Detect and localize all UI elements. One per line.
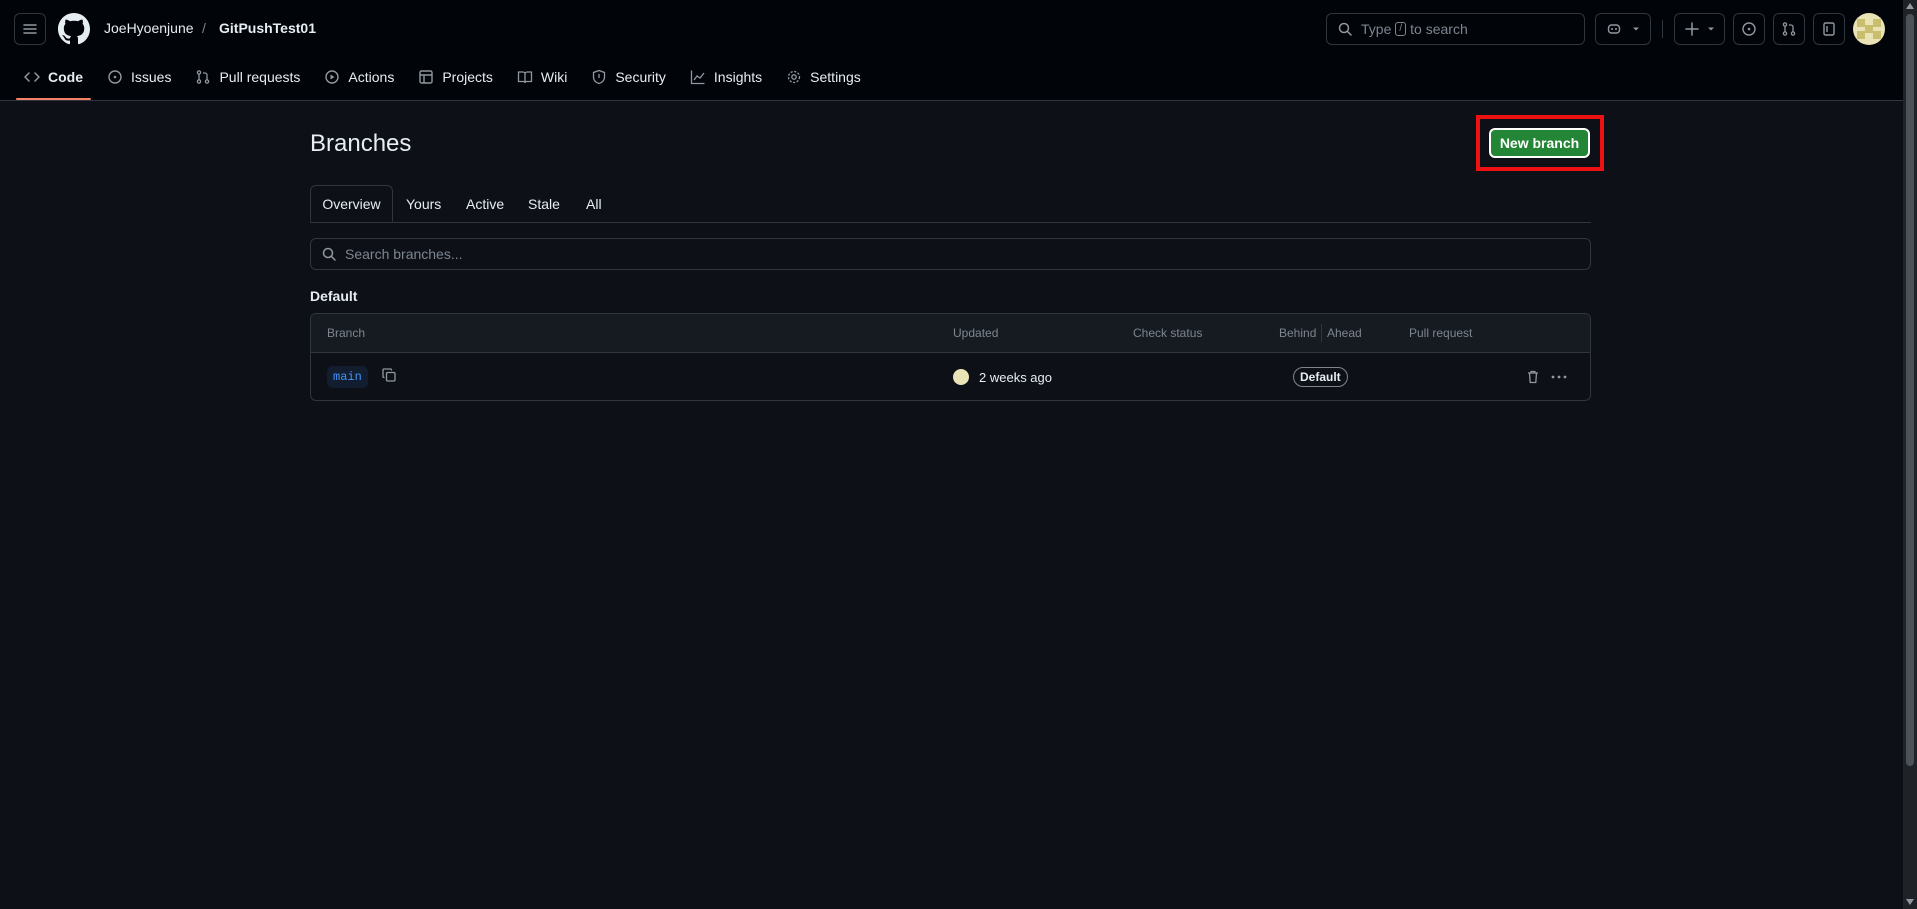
issue-icon: [108, 70, 122, 84]
col-branch: Branch: [327, 326, 366, 340]
tab-projects[interactable]: Projects: [410, 62, 501, 92]
hamburger-icon: [23, 24, 37, 34]
chevron-down-icon: [1707, 27, 1714, 31]
global-search-input[interactable]: Type / to search: [1326, 13, 1585, 45]
tab-actions-label: Actions: [348, 69, 395, 85]
scroll-up-arrow[interactable]: [1906, 3, 1914, 9]
issues-button[interactable]: [1733, 13, 1765, 45]
breadcrumb-separator: /: [202, 20, 206, 36]
branch-name-link[interactable]: main: [327, 366, 368, 388]
behind-ahead-divider: [1321, 324, 1322, 342]
tab-pull-requests-label: Pull requests: [219, 69, 301, 85]
tab-wiki-label: Wiki: [540, 69, 568, 85]
create-new-button[interactable]: [1674, 13, 1725, 45]
inbox-button[interactable]: [1813, 13, 1845, 45]
updated-time: 2 weeks ago: [979, 370, 1052, 385]
branch-search-input[interactable]: Search branches...: [310, 238, 1591, 270]
col-pull-request: Pull request: [1409, 326, 1473, 340]
table-icon: [419, 70, 434, 84]
breadcrumb-repo[interactable]: GitPushTest01: [219, 20, 316, 36]
section-heading: Default: [310, 288, 358, 304]
col-ahead: Ahead: [1327, 326, 1362, 340]
gear-icon: [788, 70, 801, 84]
search-suffix: to search: [1410, 21, 1468, 37]
menu-button[interactable]: [14, 13, 46, 45]
copilot-button[interactable]: [1595, 13, 1651, 45]
graph-icon: [690, 70, 705, 85]
tab-wiki[interactable]: Wiki: [509, 62, 575, 92]
col-updated: Updated: [953, 326, 999, 340]
copy-icon[interactable]: [381, 367, 397, 383]
plus-icon: [1684, 22, 1699, 36]
header-divider: [1662, 20, 1663, 38]
pull-requests-button[interactable]: [1773, 13, 1805, 45]
tab-code[interactable]: Code: [16, 62, 91, 100]
tab-active[interactable]: Active: [466, 185, 504, 222]
pull-request-icon: [1782, 22, 1796, 36]
tab-issues[interactable]: Issues: [99, 62, 179, 92]
search-shortcut-key: /: [1395, 22, 1407, 36]
shield-icon: [593, 69, 606, 85]
book-icon: [517, 71, 533, 84]
tab-pull-requests[interactable]: Pull requests: [187, 62, 308, 92]
tab-overview[interactable]: Overview: [310, 185, 393, 222]
branches-table: Branch Updated Check status Behind Ahead…: [310, 313, 1591, 401]
col-behind: Behind: [1279, 326, 1317, 340]
tab-security-label: Security: [615, 69, 666, 85]
scroll-thumb[interactable]: [1906, 14, 1914, 766]
branch-search-placeholder: Search branches...: [345, 246, 463, 262]
tab-code-label: Code: [48, 69, 83, 85]
tab-actions[interactable]: Actions: [316, 62, 402, 92]
tab-settings-label: Settings: [810, 69, 861, 85]
chevron-down-icon: [1633, 27, 1639, 31]
github-logo[interactable]: [58, 13, 90, 45]
kebab-horizontal-icon[interactable]: [1551, 373, 1567, 381]
inbox-icon: [1823, 22, 1835, 36]
copilot-icon: [1607, 24, 1621, 34]
tab-all[interactable]: All: [586, 185, 602, 222]
search-icon: [1338, 22, 1352, 36]
table-row: main 2 weeks ago Default: [311, 353, 1590, 400]
search-icon: [322, 247, 336, 261]
page-title: Branches: [310, 130, 412, 157]
page-scrollbar[interactable]: [1903, 0, 1917, 909]
trash-icon[interactable]: [1525, 369, 1541, 385]
code-icon: [24, 72, 40, 82]
tab-insights-label: Insights: [713, 69, 763, 85]
breadcrumb-owner[interactable]: JoeHyoenjune: [104, 20, 194, 36]
play-icon: [325, 70, 340, 84]
tab-projects-label: Projects: [442, 69, 493, 85]
tab-yours[interactable]: Yours: [406, 185, 441, 222]
branch-filter-tabs: Overview Yours Active Stale All: [310, 185, 1591, 223]
user-avatar[interactable]: [1853, 13, 1885, 45]
tab-issues-label: Issues: [131, 69, 172, 85]
tab-stale[interactable]: Stale: [528, 185, 560, 222]
tab-insights[interactable]: Insights: [682, 62, 770, 92]
col-check-status: Check status: [1133, 326, 1203, 340]
search-prefix: Type: [1361, 21, 1392, 37]
issue-icon: [1742, 22, 1756, 36]
scroll-down-arrow[interactable]: [1906, 899, 1914, 905]
committer-avatar[interactable]: [953, 369, 969, 385]
tab-settings[interactable]: Settings: [778, 62, 869, 92]
global-header: JoeHyoenjune / GitPushTest01 Type / to s…: [0, 0, 1903, 101]
new-branch-button[interactable]: New branch: [1489, 128, 1590, 158]
table-header: Branch Updated Check status Behind Ahead…: [311, 314, 1590, 353]
tab-security[interactable]: Security: [583, 62, 674, 92]
pull-request-icon: [197, 70, 210, 84]
default-badge: Default: [1293, 367, 1348, 387]
repo-nav: Code Issues Pull requests Actions Projec…: [16, 62, 877, 100]
